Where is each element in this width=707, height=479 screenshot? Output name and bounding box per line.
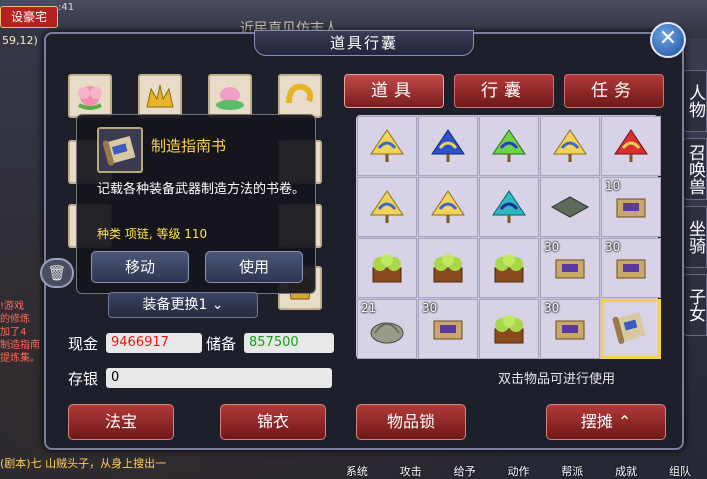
- inventory-cell[interactable]: [479, 177, 539, 237]
- window-title: 道具行囊: [254, 30, 474, 56]
- gold-fan-icon: [426, 185, 470, 229]
- bottom-guild-button[interactable]: 帮派: [561, 463, 583, 479]
- tab-bag[interactable]: 行囊: [454, 74, 554, 108]
- inventory-cell[interactable]: 30: [418, 299, 478, 359]
- gold-crown-icon: [146, 84, 174, 108]
- red-fan-icon: [609, 124, 653, 168]
- side-tab-children[interactable]: 子女: [683, 274, 707, 336]
- tooltip-description: 记载各种装备武器制造方法的书卷。: [97, 182, 306, 197]
- item-quantity: 30: [605, 240, 621, 254]
- blue-fan-icon: [426, 124, 470, 168]
- inventory-cell[interactable]: 30: [601, 238, 661, 298]
- inventory-cell[interactable]: [418, 116, 478, 176]
- inventory-cell[interactable]: [540, 177, 600, 237]
- cash-label: 现金: [68, 335, 99, 353]
- deposit-value: 0: [106, 368, 332, 388]
- bottom-attack-button[interactable]: 攻击: [400, 463, 422, 479]
- trash-icon[interactable]: 🗑: [40, 258, 74, 288]
- move-button[interactable]: 移动: [91, 251, 189, 283]
- fabao-button[interactable]: 法宝: [68, 404, 174, 440]
- equip-slot-armor[interactable]: [278, 74, 322, 118]
- inventory-cell[interactable]: [540, 116, 600, 176]
- deposit-label: 存银: [68, 370, 99, 388]
- bottom-team-button[interactable]: 组队: [669, 463, 691, 479]
- teal-fan-icon: [487, 185, 531, 229]
- stall-button[interactable]: 摆摊 ⌃: [546, 404, 666, 440]
- clock-text: :41: [58, 2, 75, 13]
- inventory-cell[interactable]: [357, 238, 417, 298]
- reserve-value: 857500: [244, 333, 334, 353]
- equip-slot-necklace[interactable]: [138, 74, 182, 118]
- bottom-give-button[interactable]: 给予: [454, 463, 476, 479]
- bottom-chat-text: (剧本)七 山贼头子，从身上搜出一: [0, 457, 167, 470]
- use-button[interactable]: 使用: [205, 251, 303, 283]
- gold-bracelet-icon: [286, 83, 314, 104]
- side-tab-character[interactable]: 人物: [683, 70, 707, 132]
- gold-fan-icon: [548, 124, 592, 168]
- fruit-basket-icon: [426, 246, 470, 290]
- scroll-icon: [609, 307, 653, 351]
- close-x-icon[interactable]: ✕: [650, 22, 686, 58]
- cash-value: 9466917: [106, 333, 202, 353]
- equip-slot-weapon[interactable]: [208, 74, 252, 118]
- inventory-cell[interactable]: [479, 299, 539, 359]
- tooltip-attr-level: 110: [184, 227, 208, 241]
- inventory-cell[interactable]: [479, 116, 539, 176]
- right-side-tabs: 人物 召唤兽 坐骑 子女: [683, 70, 707, 342]
- item-quantity: 30: [544, 240, 560, 254]
- inventory-cell[interactable]: 21: [357, 299, 417, 359]
- item-quantity: 30: [422, 301, 438, 315]
- equip-slot-hat[interactable]: [68, 74, 112, 118]
- tab-quests[interactable]: 任务: [564, 74, 664, 108]
- location-label[interactable]: 设豪宅: [0, 6, 58, 28]
- inventory-cell[interactable]: [601, 116, 661, 176]
- bottom-system-button[interactable]: 系统: [346, 463, 368, 479]
- fruit-basket-icon: [487, 246, 531, 290]
- fruit-basket-icon: [365, 246, 409, 290]
- stone-slab-icon: [548, 185, 592, 229]
- item-tooltip: 制造指南书 记载各种装备武器制造方法的书卷。 种类 项链, 等级 110 移动 …: [76, 114, 316, 294]
- item-quantity: 10: [605, 179, 621, 193]
- bottom-action-button[interactable]: 动作: [507, 463, 529, 479]
- bottom-achievement-button[interactable]: 成就: [615, 463, 637, 479]
- green-fan-icon: [487, 124, 531, 168]
- guide-scroll-icon: [97, 127, 143, 173]
- inventory-cell[interactable]: [357, 116, 417, 176]
- pink-flower-icon: [78, 86, 102, 110]
- tooltip-attributes: 种类 项链, 等级 110: [97, 225, 207, 242]
- equipment-switch-dropdown[interactable]: 装备更换1 ⌄: [108, 292, 258, 318]
- tooltip-item-name: 制造指南书: [151, 137, 227, 155]
- inventory-cell[interactable]: [479, 238, 539, 298]
- jinyi-button[interactable]: 锦衣: [220, 404, 326, 440]
- inventory-cell[interactable]: [418, 238, 478, 298]
- lotus-icon: [216, 87, 244, 110]
- gold-fan-icon: [365, 185, 409, 229]
- inventory-grid: 10 30 30 21 30 30: [356, 115, 661, 359]
- inventory-cell[interactable]: [418, 177, 478, 237]
- inventory-cell[interactable]: 30: [540, 299, 600, 359]
- coordinates-text: 59,12): [2, 34, 38, 47]
- side-tab-mount[interactable]: 坐骑: [683, 206, 707, 268]
- fruit-basket-icon: [487, 307, 531, 351]
- item-lock-button[interactable]: 物品锁: [356, 404, 466, 440]
- inventory-cell[interactable]: 10: [601, 177, 661, 237]
- tab-items[interactable]: 道具: [344, 74, 444, 108]
- reserve-label: 储备: [206, 335, 237, 353]
- inventory-cell[interactable]: [357, 177, 417, 237]
- item-quantity: 21: [361, 301, 377, 315]
- side-tab-summon[interactable]: 召唤兽: [683, 138, 707, 200]
- gold-fan-icon: [365, 124, 409, 168]
- inventory-cell[interactable]: 30: [540, 238, 600, 298]
- item-quantity: 30: [544, 301, 560, 315]
- usage-hint: 双击物品可进行使用: [498, 372, 616, 387]
- tooltip-attr-label: 种类 项链, 等级: [97, 227, 181, 241]
- inventory-cell[interactable]: [601, 299, 661, 359]
